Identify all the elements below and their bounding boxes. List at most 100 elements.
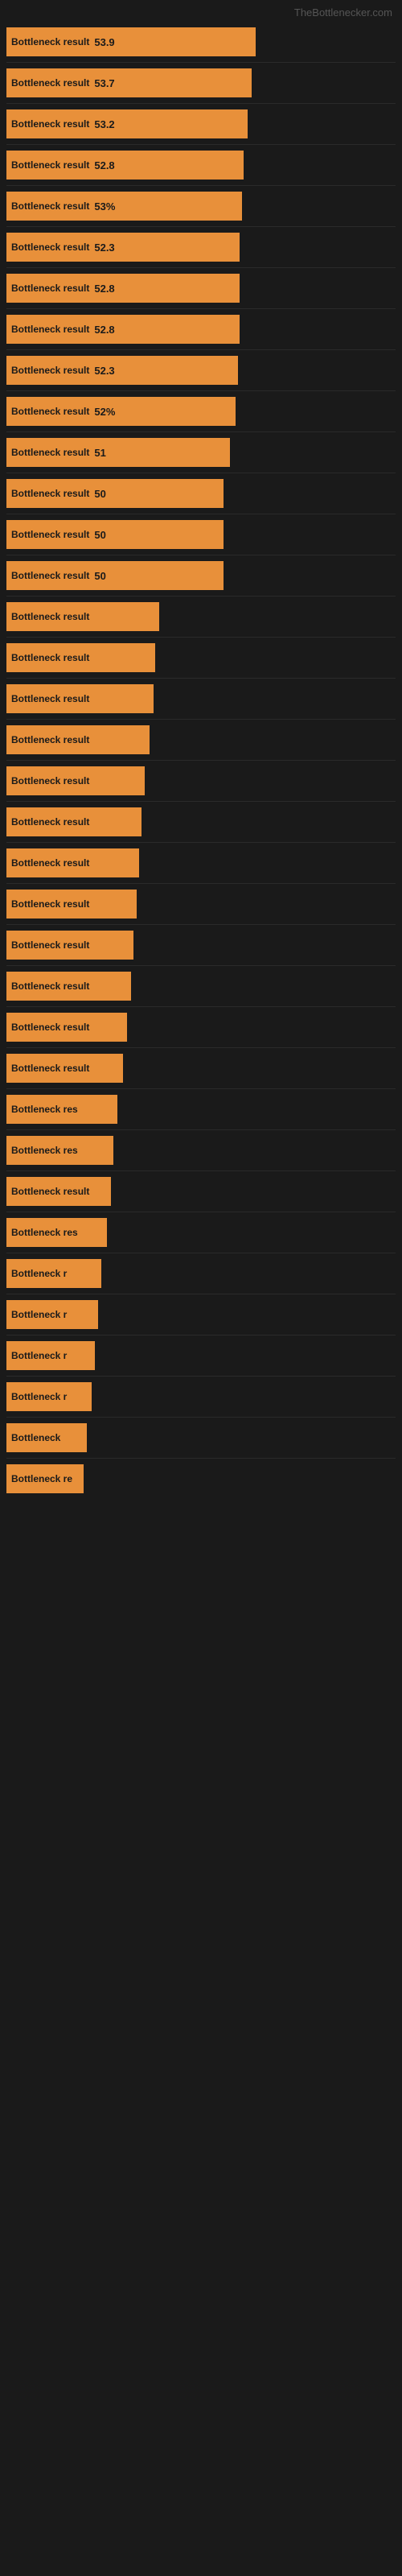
- bar-label-text: Bottleneck result: [11, 570, 89, 581]
- bar-value-text: 50: [94, 529, 105, 541]
- bar-row: Bottleneck result 50: [0, 558, 402, 593]
- bar-row: Bottleneck r: [0, 1379, 402, 1414]
- bar-row: Bottleneck result: [0, 1051, 402, 1086]
- bar-value-text: 50: [94, 570, 105, 582]
- bar-value-text: 53%: [94, 200, 115, 213]
- bar-row: Bottleneck result: [0, 1174, 402, 1209]
- bar-fill: Bottleneck result: [6, 972, 131, 1001]
- bar-row: Bottleneck result: [0, 640, 402, 675]
- bar-label-text: Bottleneck result: [11, 1186, 89, 1197]
- bar-value-text: 52.8: [94, 283, 114, 295]
- bar-label-text: Bottleneck result: [11, 447, 89, 458]
- bar-fill: Bottleneck res: [6, 1095, 117, 1124]
- bar-row: Bottleneck result: [0, 927, 402, 963]
- bar-row: Bottleneck result: [0, 886, 402, 922]
- bar-value-text: 52%: [94, 406, 115, 418]
- bar-row: Bottleneck result: [0, 681, 402, 716]
- bar-fill: Bottleneck result 50: [6, 520, 224, 549]
- bar-fill: Bottleneck result: [6, 766, 145, 795]
- bar-value-text: 53.9: [94, 36, 114, 48]
- bar-label-text: Bottleneck: [11, 1432, 60, 1443]
- bar-fill: Bottleneck result: [6, 1177, 111, 1206]
- bar-label-text: Bottleneck result: [11, 775, 89, 786]
- bar-row: Bottleneck result 52.8: [0, 270, 402, 306]
- bar-row: Bottleneck result53%: [0, 188, 402, 224]
- bar-row: Bottleneck res: [0, 1133, 402, 1168]
- bar-value-text: 52.8: [94, 159, 114, 171]
- bar-fill: Bottleneck result52.3: [6, 233, 240, 262]
- bar-label-text: Bottleneck result: [11, 1022, 89, 1033]
- bar-value-text: 52.8: [94, 324, 114, 336]
- bar-label-text: Bottleneck r: [11, 1309, 67, 1320]
- bar-row: Bottleneck result: [0, 845, 402, 881]
- bar-fill: Bottleneck result 53.9: [6, 27, 256, 56]
- bar-fill: Bottleneck result 50: [6, 479, 224, 508]
- bar-label-text: Bottleneck result: [11, 611, 89, 622]
- bar-label-text: Bottleneck result: [11, 159, 89, 171]
- bar-fill: Bottleneck result: [6, 684, 154, 713]
- bar-label-text: Bottleneck result: [11, 529, 89, 540]
- bar-fill: Bottleneck result 50: [6, 561, 224, 590]
- bar-row: Bottleneck res: [0, 1092, 402, 1127]
- bar-row: Bottleneck result: [0, 599, 402, 634]
- bar-label-text: Bottleneck r: [11, 1391, 67, 1402]
- bar-row: Bottleneck r: [0, 1256, 402, 1291]
- bar-fill: Bottleneck result: [6, 931, 133, 960]
- bar-row: Bottleneck r: [0, 1338, 402, 1373]
- bar-row: Bottleneck result 52.8: [0, 147, 402, 183]
- bar-fill: Bottleneck result53%: [6, 192, 242, 221]
- bar-label-text: Bottleneck result: [11, 365, 89, 376]
- bar-row: Bottleneck r: [0, 1297, 402, 1332]
- bar-fill: Bottleneck result 51: [6, 438, 230, 467]
- bar-fill: Bottleneck result53.2: [6, 109, 248, 138]
- bar-value-text: 52.3: [94, 242, 114, 254]
- bar-fill: Bottleneck result 52.8: [6, 151, 244, 180]
- bar-row: Bottleneck re: [0, 1461, 402, 1496]
- bar-fill: Bottleneck result: [6, 890, 137, 919]
- bar-fill: Bottleneck: [6, 1423, 87, 1452]
- bar-fill: Bottleneck res: [6, 1218, 107, 1247]
- bar-value-text: 52.3: [94, 365, 114, 377]
- bar-label-text: Bottleneck r: [11, 1350, 67, 1361]
- bar-label-text: Bottleneck result: [11, 1063, 89, 1074]
- bar-label-text: Bottleneck res: [11, 1104, 78, 1115]
- bar-label-text: Bottleneck result: [11, 36, 89, 47]
- bar-label-text: Bottleneck result: [11, 980, 89, 992]
- bar-row: Bottleneck result52.3: [0, 229, 402, 265]
- bar-row: Bottleneck result53.7: [0, 65, 402, 101]
- bar-label-text: Bottleneck result: [11, 406, 89, 417]
- bar-row: Bottleneck result 52%: [0, 394, 402, 429]
- bar-label-text: Bottleneck result: [11, 77, 89, 89]
- bar-fill: Bottleneck r: [6, 1382, 92, 1411]
- bar-label-text: Bottleneck result: [11, 283, 89, 294]
- bar-fill: Bottleneck result52.8: [6, 315, 240, 344]
- bar-label-text: Bottleneck res: [11, 1227, 78, 1238]
- bar-fill: Bottleneck result: [6, 848, 139, 877]
- bar-label-text: Bottleneck result: [11, 652, 89, 663]
- bar-value-text: 50: [94, 488, 105, 500]
- bar-label-text: Bottleneck result: [11, 898, 89, 910]
- bar-row: Bottleneck result 53.9: [0, 24, 402, 60]
- bar-row: Bottleneck result53.2: [0, 106, 402, 142]
- bar-label-text: Bottleneck result: [11, 734, 89, 745]
- bar-label-text: Bottleneck result: [11, 488, 89, 499]
- bar-fill: Bottleneck re: [6, 1464, 84, 1493]
- bar-fill: Bottleneck result: [6, 602, 159, 631]
- bar-label-text: Bottleneck result: [11, 857, 89, 869]
- bar-label-text: Bottleneck r: [11, 1268, 67, 1279]
- bar-row: Bottleneck result: [0, 763, 402, 799]
- bar-label-text: Bottleneck result: [11, 939, 89, 951]
- bar-fill: Bottleneck result 52%: [6, 397, 236, 426]
- bar-row: Bottleneck result: [0, 722, 402, 758]
- bar-row: Bottleneck result 52.3: [0, 353, 402, 388]
- bar-fill: Bottleneck result 52.3: [6, 356, 238, 385]
- bar-label-text: Bottleneck result: [11, 816, 89, 828]
- bar-fill: Bottleneck r: [6, 1300, 98, 1329]
- bar-fill: Bottleneck result: [6, 1054, 123, 1083]
- bar-row: Bottleneck result: [0, 1009, 402, 1045]
- bar-fill: Bottleneck r: [6, 1341, 95, 1370]
- bar-value-text: 51: [94, 447, 105, 459]
- bar-row: Bottleneck result 51: [0, 435, 402, 470]
- bar-fill: Bottleneck result: [6, 725, 150, 754]
- bar-fill: Bottleneck result: [6, 807, 142, 836]
